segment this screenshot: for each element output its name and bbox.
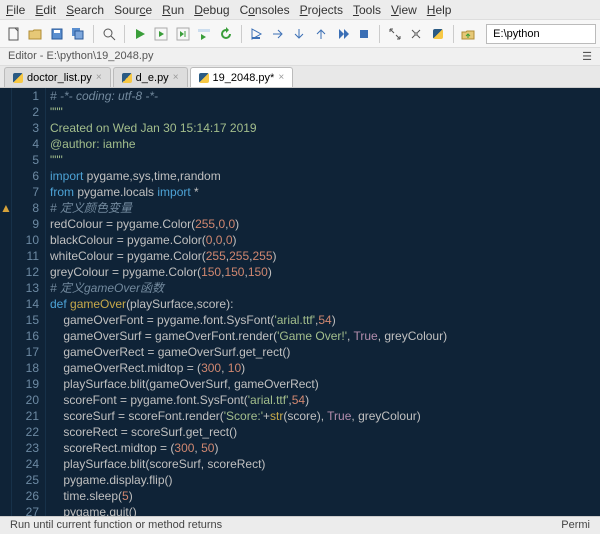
- menu-projects[interactable]: Projects: [300, 3, 343, 17]
- close-icon[interactable]: ×: [96, 72, 102, 83]
- toolbar: E:\python: [0, 20, 600, 48]
- debug-stop-icon[interactable]: [354, 24, 374, 44]
- new-file-icon[interactable]: [4, 24, 24, 44]
- python-file-icon: [199, 73, 209, 83]
- working-dir-input[interactable]: E:\python: [486, 24, 596, 44]
- menu-source[interactable]: Source: [114, 3, 152, 17]
- working-dir-text: E:\python: [493, 28, 539, 40]
- open-file-icon[interactable]: [26, 24, 46, 44]
- maximize-icon[interactable]: [385, 24, 405, 44]
- editor-tabs: doctor_list.py×d_e.py×19_2048.py*×: [0, 66, 600, 88]
- run-icon[interactable]: [130, 24, 150, 44]
- close-icon[interactable]: ×: [173, 72, 179, 83]
- tab-19_2048-py[interactable]: 19_2048.py*×: [190, 67, 294, 87]
- line-number-gutter: 1234567891011121314151617181920212223242…: [12, 88, 46, 516]
- status-text: Run until current function or method ret…: [10, 519, 222, 532]
- menu-search[interactable]: Search: [66, 3, 104, 17]
- run-cell-icon[interactable]: [151, 24, 171, 44]
- menu-tools[interactable]: Tools: [353, 3, 381, 17]
- debug-step-into-icon[interactable]: [290, 24, 310, 44]
- editor-path-label: Editor - E:\python\19_2048.py: [8, 50, 154, 63]
- debug-icon[interactable]: [247, 24, 267, 44]
- rerun-icon[interactable]: [216, 24, 236, 44]
- menu-help[interactable]: Help: [427, 3, 452, 17]
- code-content[interactable]: # -*- coding: utf-8 -*-"""Created on Wed…: [46, 88, 600, 516]
- editor-title-bar: Editor - E:\python\19_2048.py ☰: [0, 48, 600, 66]
- tab-doctor_list-py[interactable]: doctor_list.py×: [4, 67, 111, 87]
- menu-edit[interactable]: Edit: [35, 3, 56, 17]
- menu-debug[interactable]: Debug: [194, 3, 229, 17]
- tab-d_e-py[interactable]: d_e.py×: [113, 67, 188, 87]
- options-icon[interactable]: ☰: [582, 50, 592, 63]
- menu-run[interactable]: Run: [162, 3, 184, 17]
- menu-bar: File Edit Search Source Run Debug Consol…: [0, 0, 600, 20]
- run-cell-advance-icon[interactable]: [173, 24, 193, 44]
- debug-step-out-icon[interactable]: [311, 24, 331, 44]
- menu-view[interactable]: View: [391, 3, 417, 17]
- preferences-icon[interactable]: [407, 24, 427, 44]
- save-icon[interactable]: [47, 24, 67, 44]
- debug-continue-icon[interactable]: [333, 24, 353, 44]
- python-file-icon: [122, 73, 132, 83]
- save-all-icon[interactable]: [69, 24, 89, 44]
- run-selection-icon[interactable]: [194, 24, 214, 44]
- menu-consoles[interactable]: Consoles: [240, 3, 290, 17]
- python-file-icon: [13, 73, 23, 83]
- close-icon[interactable]: ×: [278, 72, 284, 83]
- status-bar: Run until current function or method ret…: [0, 516, 600, 534]
- code-editor[interactable]: ▲ 12345678910111213141516171819202122232…: [0, 88, 600, 516]
- status-right: Permi: [561, 519, 590, 532]
- menu-file[interactable]: File: [6, 3, 25, 17]
- pythonpath-icon[interactable]: [428, 24, 448, 44]
- folder-up-icon[interactable]: [459, 24, 479, 44]
- find-icon[interactable]: [99, 24, 119, 44]
- debug-next-icon[interactable]: [268, 24, 288, 44]
